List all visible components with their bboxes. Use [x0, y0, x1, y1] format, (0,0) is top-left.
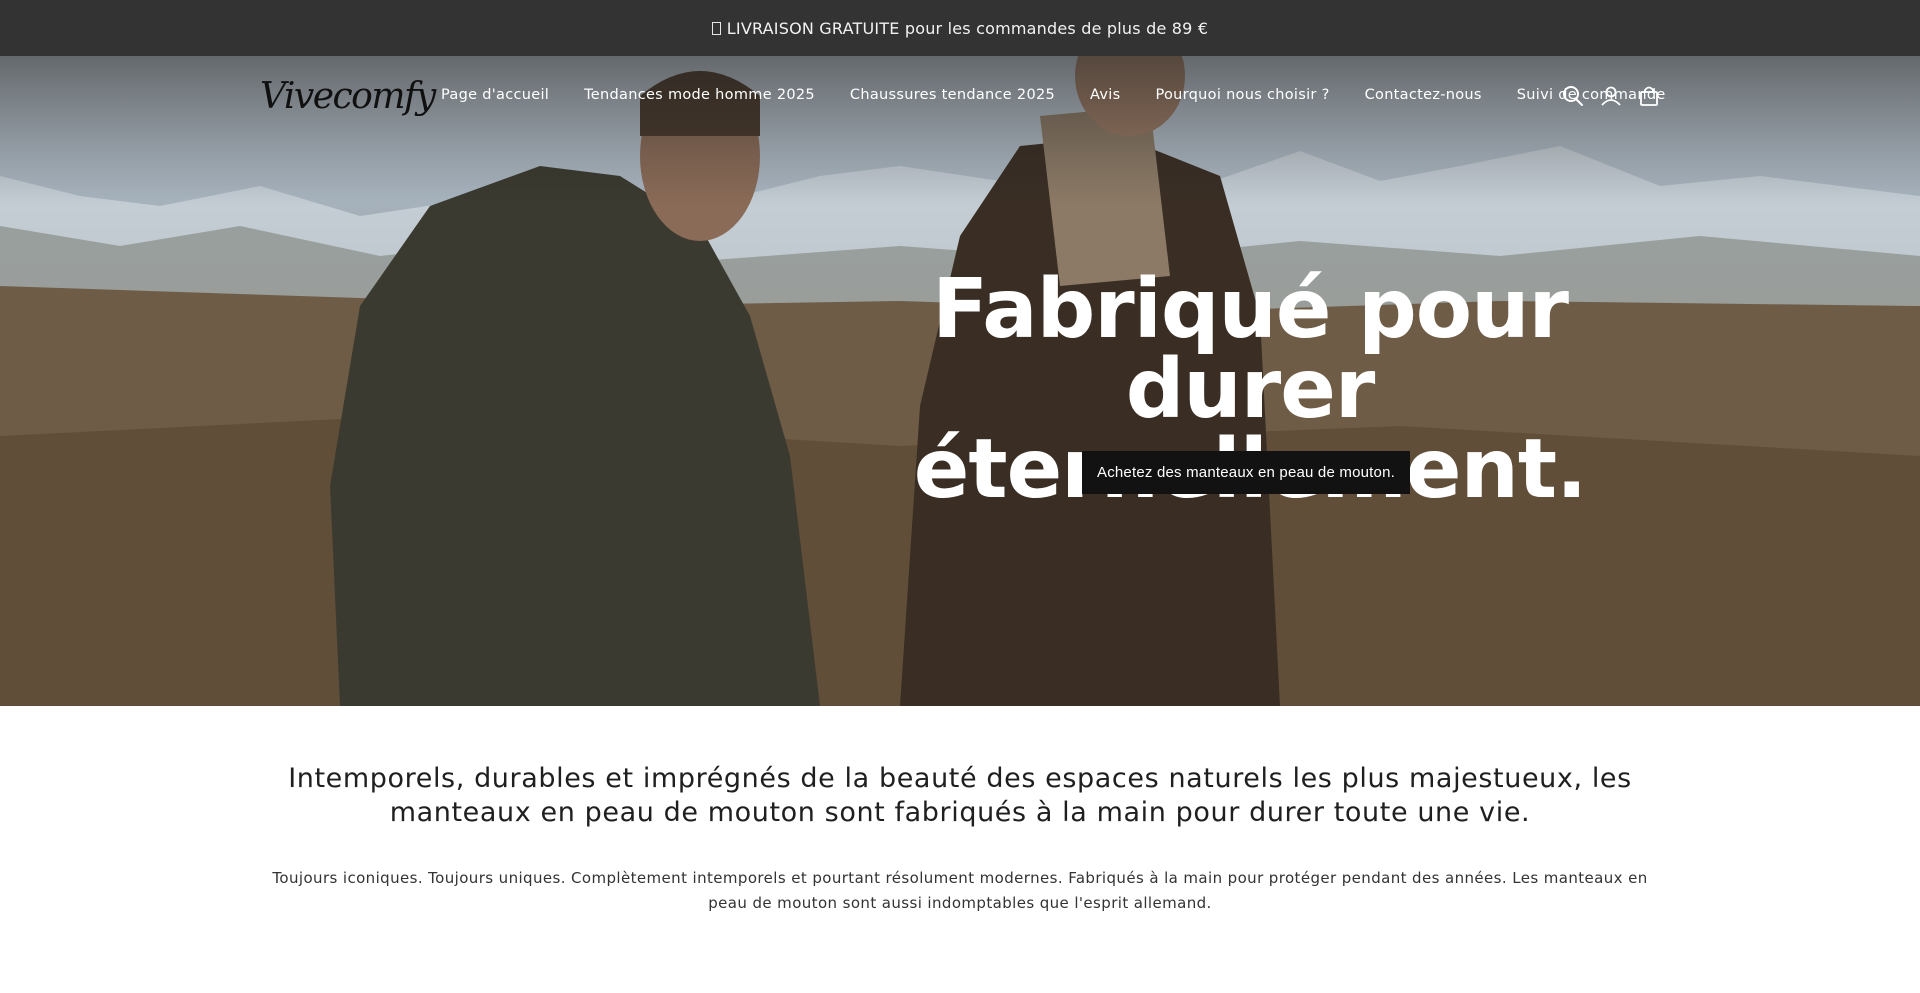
- brand-logo[interactable]: Vivecomfy: [260, 70, 436, 124]
- shop-sheepskin-button[interactable]: Achetez des manteaux en peau de mouton.: [1082, 451, 1410, 494]
- main-nav: Page d'accueil Tendances mode homme 2025…: [441, 87, 1701, 103]
- nav-why-us[interactable]: Pourquoi nous choisir ?: [1155, 87, 1329, 103]
- nav-contact[interactable]: Contactez-nous: [1365, 87, 1482, 103]
- cart-icon[interactable]: [1638, 85, 1660, 107]
- intro-lead: Intemporels, durables et imprégnés de la…: [288, 763, 1632, 828]
- hero-title-line1: Fabriqué pour durer: [932, 262, 1569, 437]
- nav-men-trends[interactable]: Tendances mode homme 2025: [584, 87, 815, 103]
- intro-body: Toujours iconiques. Toujours uniques. Co…: [272, 869, 1648, 912]
- search-icon[interactable]: [1562, 85, 1584, 107]
- nav-reviews[interactable]: Avis: [1090, 87, 1120, 103]
- nav-shoes-trends[interactable]: Chaussures tendance 2025: [850, 87, 1055, 103]
- header-icons: [1562, 85, 1660, 107]
- account-icon[interactable]: [1600, 85, 1622, 107]
- nav-home[interactable]: Page d'accueil: [441, 87, 549, 103]
- box-icon: [711, 21, 721, 35]
- announcement-bar: LIVRAISON GRATUITE pour les commandes de…: [0, 0, 1920, 56]
- announcement-text: LIVRAISON GRATUITE pour les commandes de…: [726, 18, 1209, 38]
